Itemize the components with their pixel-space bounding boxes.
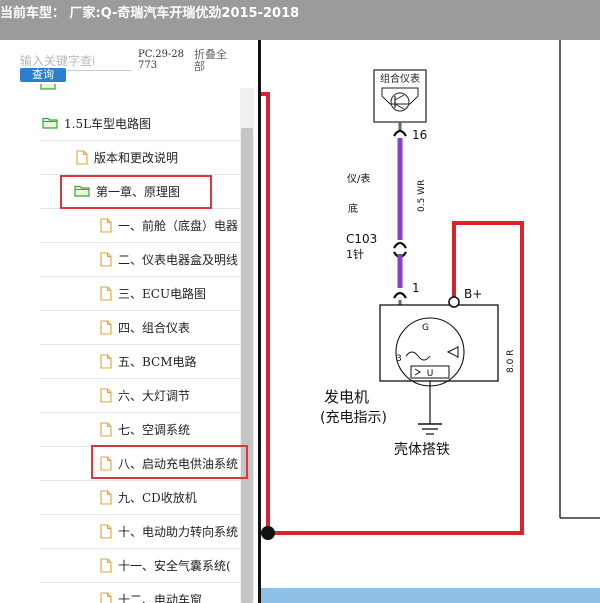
file-icon	[76, 149, 88, 165]
tree-item-front[interactable]: 一、前舱（底盘）电器	[100, 208, 238, 242]
file-icon	[100, 353, 112, 369]
file-icon	[100, 421, 112, 437]
connector-side-label: 仪/表	[347, 172, 370, 185]
wiring-diagram: 组合仪表 16 1 0.5 WR 8.0 R 仪/表 底 C103 1针 B+ …	[258, 40, 600, 540]
alt-terminal-g: G	[422, 323, 429, 333]
folder-open-icon	[42, 117, 58, 129]
tree-item-cd[interactable]: 九、CD收放机	[100, 480, 197, 514]
query-button[interactable]: 查询	[20, 68, 66, 82]
pin-number-1: 1	[412, 281, 420, 295]
file-icon	[100, 557, 112, 573]
file-icon	[100, 285, 112, 301]
file-icon	[100, 591, 112, 603]
tree-item-instrument-box[interactable]: 二、仪表电器盒及明线	[100, 242, 238, 276]
cluster-label: 组合仪表	[380, 72, 420, 85]
canvas-border	[258, 40, 261, 603]
file-icon	[100, 523, 112, 539]
tree-item-headlamp[interactable]: 六、大灯调节	[100, 378, 190, 412]
vehicle-model-title: 当前车型： 厂家:Q-奇瑞汽车开瑞优劲2015-2018	[0, 6, 300, 21]
title-bar: 当前车型： 厂家:Q-奇瑞汽车开瑞优劲2015-2018	[0, 0, 600, 40]
diagram-canvas[interactable]: 组合仪表 16 1 0.5 WR 8.0 R 仪/表 底 C103 1针 B+ …	[258, 40, 600, 603]
highlight-box-chapter1	[60, 175, 212, 209]
tree-item-eps[interactable]: 十、电动助力转向系统	[100, 514, 238, 548]
ground-label: 壳体搭铁	[394, 441, 450, 458]
tree-item-1-5l[interactable]: 1.5L车型电路图	[42, 106, 151, 140]
alternator-desc: (充电指示)	[320, 410, 387, 426]
file-icon	[100, 489, 112, 505]
sidebar: 查询 PC.29-28773 折叠全部 1.5L车型电路图 版本和更改说明 第一…	[0, 40, 258, 603]
wire-junction	[261, 526, 275, 540]
tree-item-version[interactable]: 版本和更改说明	[76, 140, 178, 174]
connector-symbol	[393, 129, 407, 137]
tree-item-window[interactable]: 十二、电动车窗	[100, 582, 202, 603]
pc-code: PC.29-28773	[138, 49, 185, 71]
bplus-label: B+	[464, 287, 482, 301]
pin-number-16: 16	[412, 128, 427, 142]
alt-terminal-3: 3	[396, 354, 402, 364]
wire-spec-purple: 0.5 WR	[417, 180, 427, 212]
search-bar: 查询 PC.29-28773 折叠全部	[0, 40, 258, 88]
file-icon	[100, 387, 112, 403]
bplus-terminal	[448, 296, 460, 308]
alternator-name: 发电机	[324, 388, 369, 406]
canvas-bottom-bar	[261, 588, 600, 603]
connector-label-line: 底	[348, 202, 358, 215]
connector-symbol	[393, 241, 407, 249]
file-icon	[100, 217, 112, 233]
file-icon	[100, 251, 112, 267]
connector-symbol	[393, 291, 407, 299]
wire-spec-red: 8.0 R	[506, 350, 516, 373]
alt-terminal-u: U	[427, 369, 434, 379]
highlight-box-start-charge	[91, 445, 248, 479]
collapse-all-button[interactable]: 折叠全部	[194, 49, 234, 73]
connector-id: C103	[346, 232, 377, 246]
file-icon	[100, 319, 112, 335]
connector-pin-count: 1针	[346, 247, 364, 261]
tree-item-cluster[interactable]: 四、组合仪表	[100, 310, 190, 344]
tree-item-ecu[interactable]: 三、ECU电路图	[100, 276, 206, 310]
tree-item-airbag[interactable]: 十一、安全气囊系统(	[100, 548, 231, 582]
scrollbar-thumb[interactable]	[241, 128, 253, 603]
tree-item-bcm[interactable]: 五、BCM电路	[100, 344, 197, 378]
tree-item-ac[interactable]: 七、空调系统	[100, 412, 190, 446]
folder-open-icon	[40, 84, 56, 90]
